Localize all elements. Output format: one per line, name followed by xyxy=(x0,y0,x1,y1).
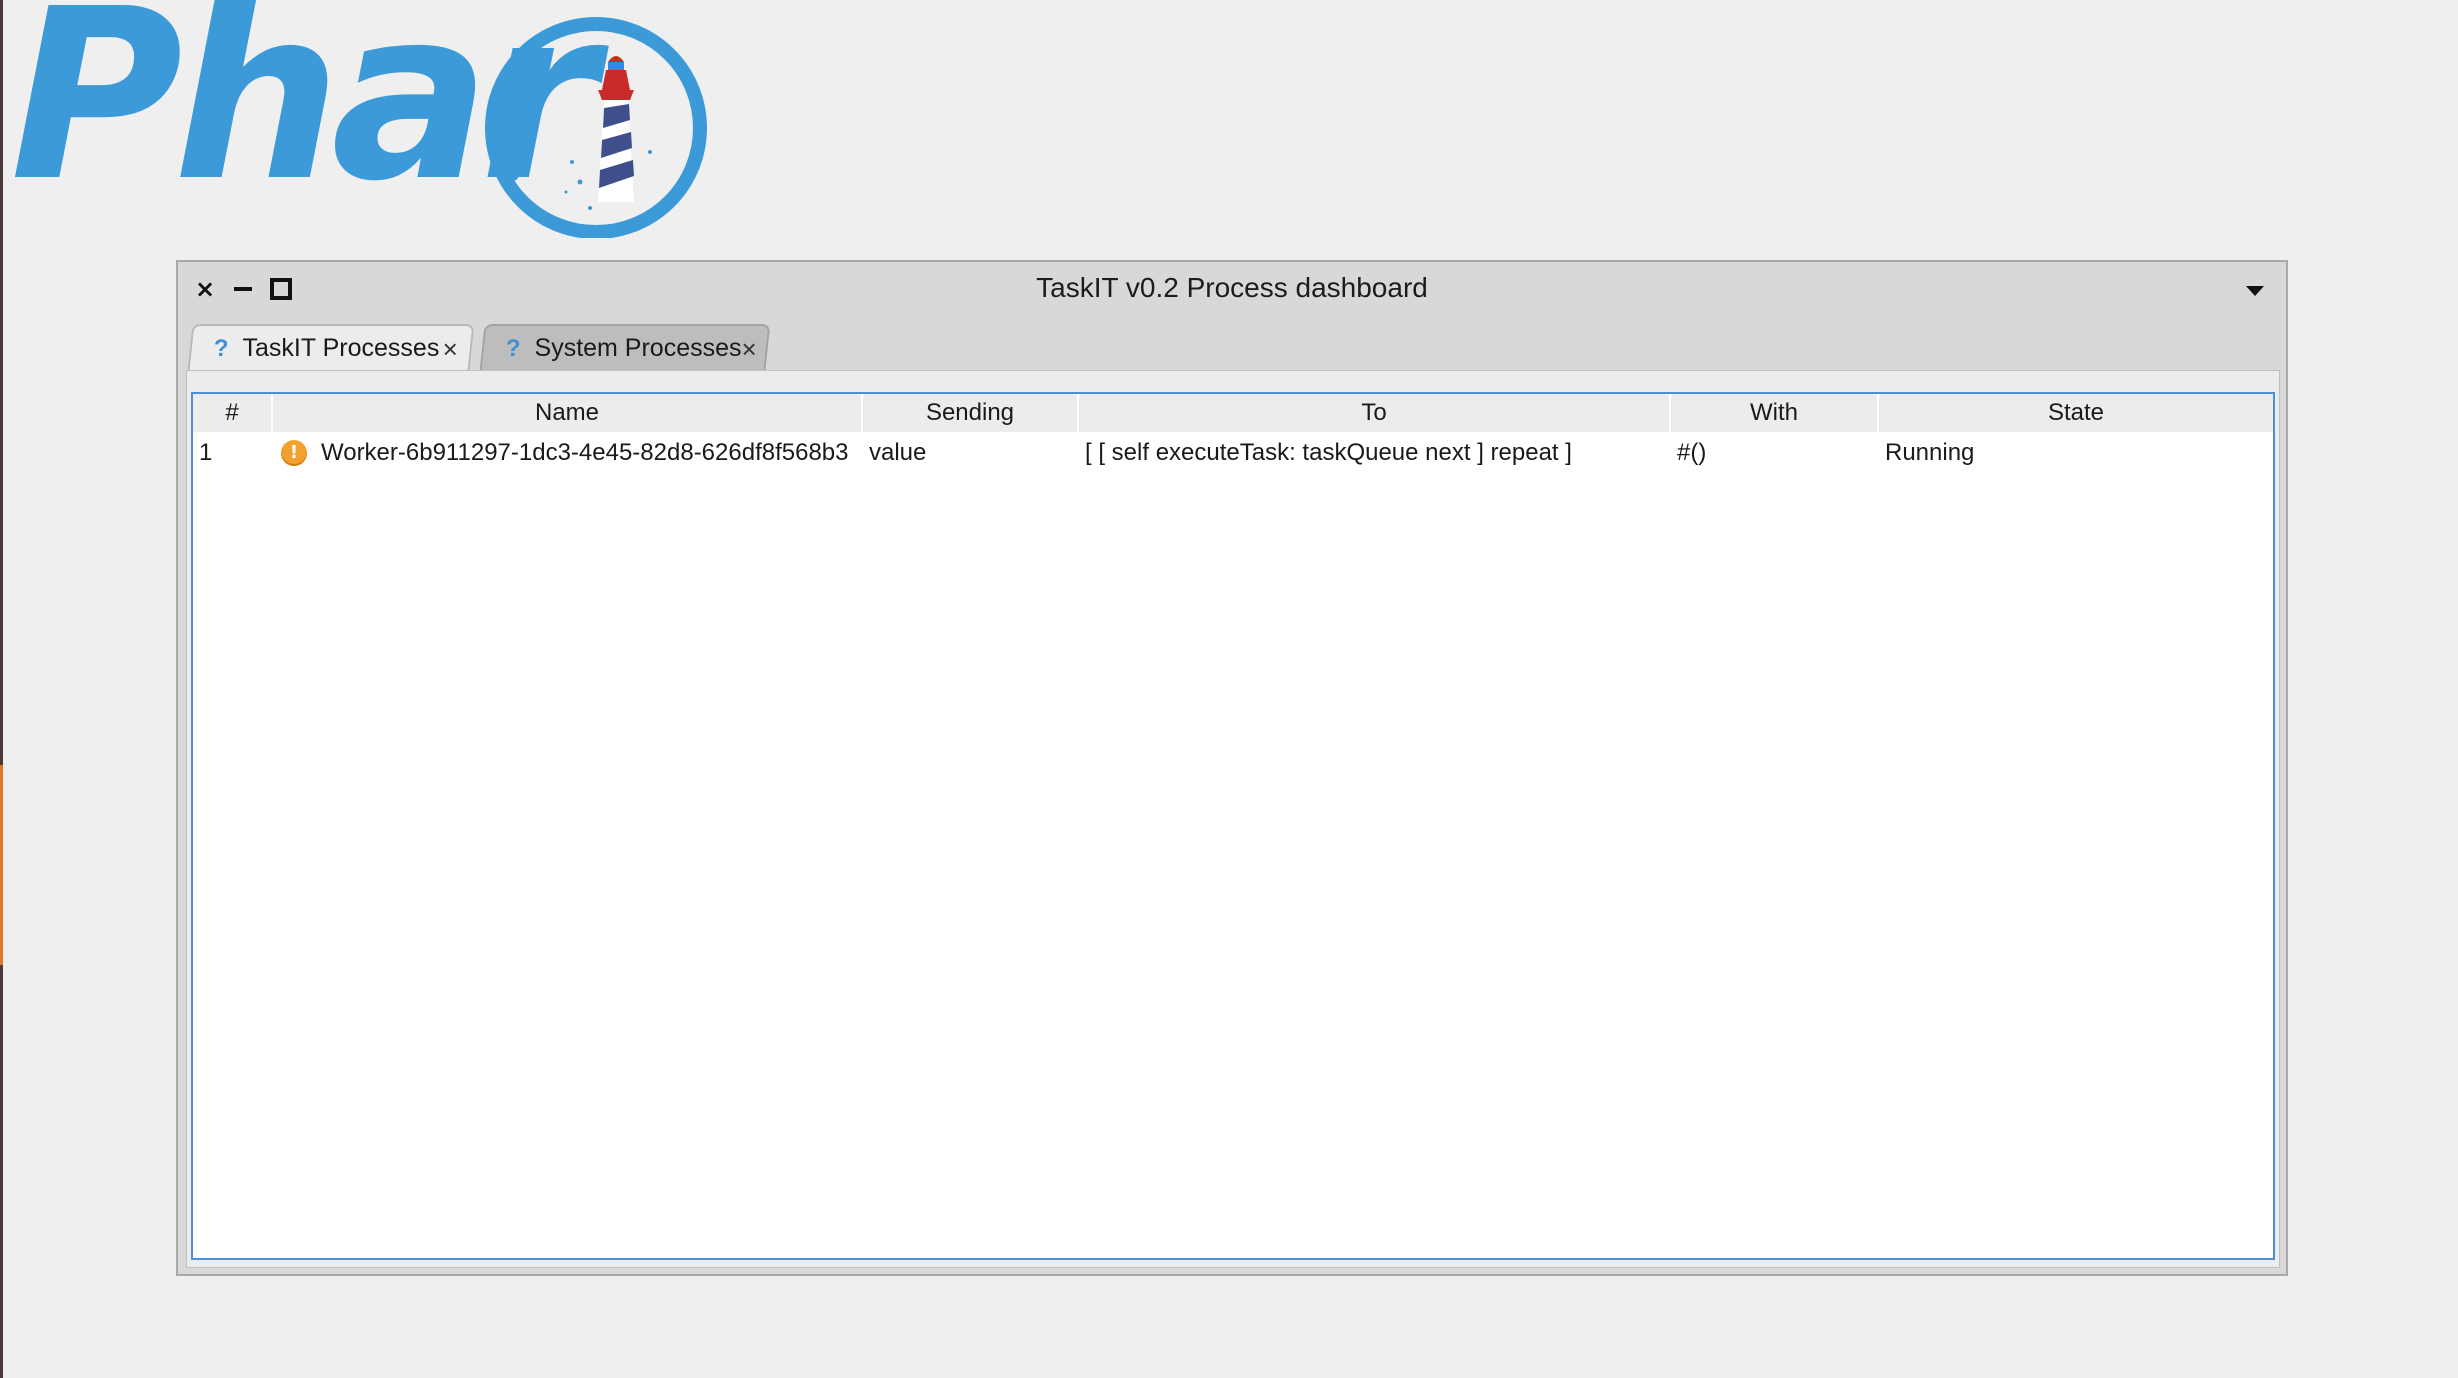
process-name: Worker-6b911297-1dc3-4e45-82d8-626df8f56… xyxy=(321,439,849,466)
screen-left-edge xyxy=(0,0,3,1378)
cell-state: Running xyxy=(1885,439,1975,466)
window-menu-chevron-down-icon[interactable] xyxy=(2246,286,2264,296)
tab-close-icon[interactable]: × xyxy=(742,333,757,363)
tab-system-processes[interactable]: ? System Processes × xyxy=(479,324,771,370)
tab-bar: ? TaskIT Processes × ? System Processes … xyxy=(178,318,2286,406)
cell-name: ! Worker-6b911297-1dc3-4e45-82d8-626df8f… xyxy=(273,432,863,474)
window-title: TaskIT v0.2 Process dashboard xyxy=(1036,272,1428,303)
warning-icon: ! xyxy=(281,440,307,466)
desktop: Phar × TaskIT v0.2 Process dashboard ? T… xyxy=(0,0,2458,1378)
table-row[interactable]: 1 ! Worker-6b911297-1dc3-4e45-82d8-626df… xyxy=(193,432,2273,474)
tab-label: TaskIT Processes xyxy=(242,333,440,362)
lighthouse-icon xyxy=(485,17,707,238)
question-icon: ? xyxy=(505,334,521,361)
question-icon: ? xyxy=(213,334,229,361)
cell-number: 1 xyxy=(199,439,213,466)
column-header-with[interactable]: With xyxy=(1671,394,1879,432)
process-dashboard-window: × TaskIT v0.2 Process dashboard ? TaskIT… xyxy=(176,260,2288,1276)
processes-table[interactable]: # Name Sending To With State 1 ! Worker-… xyxy=(191,392,2275,1260)
cell-to: [ [ self executeTask: taskQueue next ] r… xyxy=(1085,439,1572,466)
tab-close-icon[interactable]: × xyxy=(443,333,458,363)
column-header-sending[interactable]: Sending xyxy=(863,394,1079,432)
cell-sending: value xyxy=(869,439,927,466)
table-header: # Name Sending To With State xyxy=(193,394,2273,432)
processes-panel: # Name Sending To With State 1 ! Worker-… xyxy=(186,370,2280,1268)
tab-label: System Processes xyxy=(534,333,742,362)
pharo-logo: Phar xyxy=(10,0,710,238)
column-header-name[interactable]: Name xyxy=(273,394,863,432)
cell-with: #() xyxy=(1677,439,1707,466)
window-titlebar[interactable]: × TaskIT v0.2 Process dashboard xyxy=(178,262,2286,318)
column-header-number[interactable]: # xyxy=(193,394,273,432)
column-header-state[interactable]: State xyxy=(1879,394,2273,432)
column-header-to[interactable]: To xyxy=(1079,394,1671,432)
tab-taskit-processes[interactable]: ? TaskIT Processes × xyxy=(187,324,475,370)
screen-left-edge-accent xyxy=(0,765,3,965)
